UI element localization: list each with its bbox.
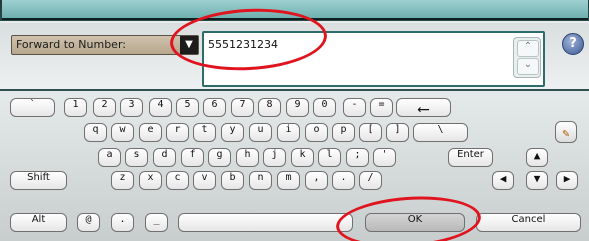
ok-button[interactable]: OK: [365, 213, 465, 232]
arrow-down-icon[interactable]: ▼: [526, 171, 548, 190]
key-left-bracket[interactable]: [: [359, 123, 382, 142]
key-l[interactable]: l: [318, 148, 341, 167]
top-bar-strip: [2, 0, 588, 20]
key-k[interactable]: k: [291, 148, 314, 167]
alt-button[interactable]: Alt: [10, 213, 67, 232]
cancel-button[interactable]: Cancel: [476, 213, 581, 232]
key-v[interactable]: v: [193, 171, 216, 190]
key-equals[interactable]: =: [370, 98, 393, 117]
key-g[interactable]: g: [208, 148, 231, 167]
keyboard-screen: Forward to Number: ▼ 5551231234 ⌃ ⌄ ? ` …: [0, 0, 589, 241]
key-b[interactable]: b: [221, 171, 244, 190]
key-minus[interactable]: -: [343, 98, 366, 117]
key-comma[interactable]: ,: [305, 171, 328, 190]
key-u[interactable]: u: [249, 123, 272, 142]
key-3[interactable]: 3: [120, 98, 143, 117]
key-5[interactable]: 5: [176, 98, 199, 117]
eraser-icon[interactable]: ✎: [555, 121, 577, 143]
top-bar: [0, 0, 589, 21]
key-0[interactable]: 0: [313, 98, 336, 117]
key-at[interactable]: @: [77, 213, 100, 232]
key-p[interactable]: p: [332, 123, 355, 142]
key-underscore[interactable]: _: [145, 213, 168, 232]
divider: [0, 89, 589, 91]
key-a[interactable]: a: [98, 148, 121, 167]
dropdown-arrow-icon[interactable]: ▼: [180, 36, 198, 54]
key-6[interactable]: 6: [203, 98, 226, 117]
key-m[interactable]: m: [277, 171, 300, 190]
key-t[interactable]: t: [193, 123, 216, 142]
arrow-left-icon[interactable]: ◀: [492, 171, 514, 190]
key-d[interactable]: d: [153, 148, 176, 167]
key-1[interactable]: 1: [64, 98, 87, 117]
chevron-down-icon[interactable]: ⌄: [517, 58, 539, 75]
key-semicolon[interactable]: ;: [346, 148, 369, 167]
key-r[interactable]: r: [166, 123, 189, 142]
key-h[interactable]: h: [236, 148, 259, 167]
key-period[interactable]: .: [332, 171, 355, 190]
key-8[interactable]: 8: [258, 98, 281, 117]
input-scrollbar[interactable]: ⌃ ⌄: [513, 37, 541, 78]
key-9[interactable]: 9: [286, 98, 309, 117]
key-4[interactable]: 4: [149, 98, 172, 117]
key-right-bracket[interactable]: ]: [386, 123, 409, 142]
key-backtick[interactable]: `: [10, 98, 55, 117]
key-x[interactable]: x: [139, 171, 162, 190]
key-j[interactable]: j: [263, 148, 286, 167]
help-icon[interactable]: ?: [562, 33, 584, 55]
key-2[interactable]: 2: [93, 98, 116, 117]
key-i[interactable]: i: [277, 123, 300, 142]
chevron-up-icon[interactable]: ⌃: [517, 40, 539, 57]
backspace-arrow-icon[interactable]: ⟵: [396, 98, 451, 118]
key-w[interactable]: w: [111, 123, 134, 142]
key-7[interactable]: 7: [231, 98, 254, 117]
key-slash[interactable]: /: [359, 171, 382, 190]
key-n[interactable]: n: [249, 171, 272, 190]
shift-button[interactable]: Shift: [10, 171, 67, 190]
number-input-value: 5551231234: [208, 38, 278, 51]
forward-to-dropdown[interactable]: Forward to Number: ▼: [11, 35, 199, 55]
key-o[interactable]: o: [305, 123, 328, 142]
key-dot[interactable]: .: [111, 213, 134, 232]
forward-to-label: Forward to Number:: [16, 38, 126, 51]
key-f[interactable]: f: [181, 148, 204, 167]
key-apostrophe[interactable]: ': [373, 148, 396, 167]
key-s[interactable]: s: [125, 148, 148, 167]
arrow-up-icon[interactable]: ▲: [526, 148, 548, 167]
key-c[interactable]: c: [166, 171, 189, 190]
key-q[interactable]: q: [84, 123, 107, 142]
key-e[interactable]: e: [139, 123, 162, 142]
key-y[interactable]: y: [221, 123, 244, 142]
key-z[interactable]: z: [111, 171, 134, 190]
arrow-right-icon[interactable]: ▶: [556, 171, 578, 190]
number-input[interactable]: 5551231234: [202, 31, 545, 87]
spacebar[interactable]: [178, 213, 353, 232]
key-backslash[interactable]: \: [413, 123, 468, 142]
enter-button[interactable]: Enter: [448, 148, 493, 167]
